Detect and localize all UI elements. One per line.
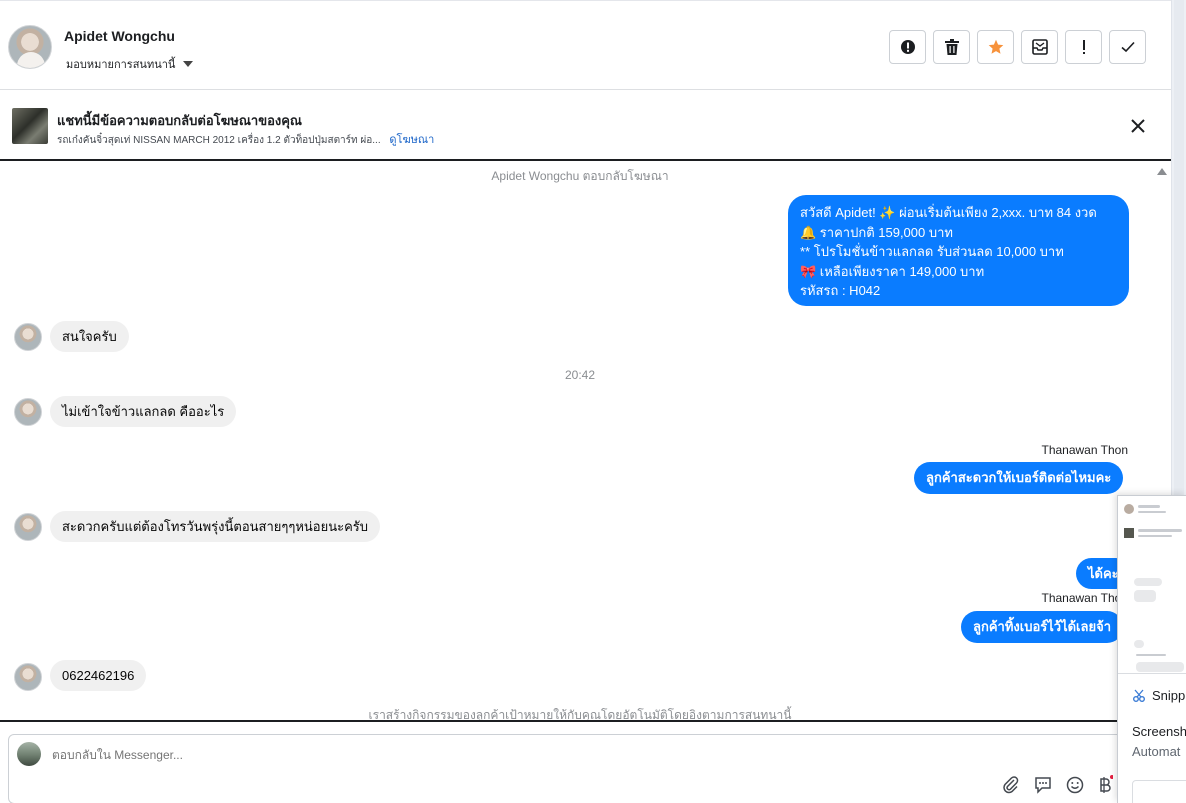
assign-conversation-dropdown[interactable]: มอบหมายการสนทนานี้	[66, 55, 194, 73]
screenshot-preview[interactable]	[1118, 496, 1186, 674]
snipping-tool-title: Snipp	[1132, 688, 1185, 703]
outgoing-message-bubble[interactable]: ลูกค้าทิ้งเบอร์ไว้ได้เลยจ้า	[961, 611, 1123, 643]
preview-bubble	[1134, 578, 1162, 586]
snipping-tool-name: Snipp	[1152, 688, 1186, 703]
move-to-inbox-button[interactable]	[1021, 30, 1058, 64]
incoming-message-bubble[interactable]: สะดวกครับแต่ต้องโทรวันพรุ่งนี้ตอนสายๆๆหน…	[50, 511, 381, 542]
activity-notice: เราสร้างกิจกรรมของลูกค้าเป้าหมายให้กับคุ…	[368, 708, 792, 720]
incoming-message-bubble[interactable]: ไม่เข้าใจข้าวแลกลด คืออะไร	[50, 396, 237, 427]
attachment-icon[interactable]	[1001, 775, 1021, 795]
caret-down-icon	[183, 61, 194, 67]
contact-avatar-small	[14, 398, 42, 426]
saved-replies-icon[interactable]	[1033, 775, 1053, 795]
preview-line	[1138, 511, 1166, 513]
mark-important-button[interactable]	[1065, 30, 1102, 64]
message-thread[interactable]: Apidet Wongchu ตอบกลับโฆษณา สวัสดี Apide…	[0, 163, 1171, 720]
preview-bubble	[1134, 590, 1156, 602]
greeting-message-bubble[interactable]: สวัสดี Apidet! ✨ ผ่อนเริ่มต้นเพียง 2,xxx…	[788, 195, 1129, 306]
preview-thumb	[1124, 528, 1134, 538]
notification-action-box[interactable]	[1132, 780, 1186, 803]
mark-done-button[interactable]	[1109, 30, 1146, 64]
close-icon[interactable]	[1129, 117, 1147, 135]
exclamation-icon	[1082, 40, 1085, 54]
star-button[interactable]	[977, 30, 1014, 64]
notification-line-1: Screensh	[1132, 724, 1186, 739]
agent-sender-name: Thanawan Thon	[1041, 591, 1128, 605]
outgoing-message-bubble[interactable]: ลูกค้าสะดวกให้เบอร์ติดต่อไหมคะ	[914, 462, 1124, 494]
contact-avatar-small	[14, 513, 42, 541]
ad-reply-banner: แชทนี้มีข้อความตอบกลับต่อโฆษณาของคุณ รถเ…	[0, 91, 1171, 161]
conversation-header: Apidet Wongchu มอบหมายการสนทนานี้	[0, 0, 1171, 90]
star-icon	[988, 39, 1003, 54]
greeting-line: 🎀 เหลือเพียงราคา 149,000 บาท	[800, 263, 985, 279]
ad-banner-title: แชทนี้มีข้อความตอบกลับต่อโฆษณาของคุณ	[57, 113, 302, 128]
incoming-message-bubble[interactable]: 0622462196	[50, 660, 147, 691]
inbox-conversation: Apidet Wongchu มอบหมายการสนทนานี้ แชทนี้…	[0, 0, 1186, 803]
preview-line	[1138, 505, 1160, 508]
contact-avatar-small	[14, 663, 42, 691]
notification-line-2: Automat	[1132, 744, 1181, 759]
ad-description: รถเก๋งคันจิ๋วสุดเท่ NISSAN MARCH 2012 เค…	[57, 135, 381, 146]
reply-composer	[0, 720, 1171, 803]
greeting-line: สวัสดี Apidet! ✨ ผ่อนเริ่มต้นเพียง 2,xxx…	[800, 205, 1097, 220]
reply-input[interactable]	[52, 748, 952, 762]
ad-reply-notice: Apidet Wongchu ตอบกลับโฆษณา	[491, 169, 669, 183]
contact-name[interactable]: Apidet Wongchu	[64, 28, 175, 44]
page-avatar	[17, 742, 41, 766]
snipping-tool-icon	[1133, 689, 1145, 702]
reply-box[interactable]	[8, 734, 1128, 803]
emoji-icon[interactable]	[1065, 775, 1085, 795]
preview-avatar	[1124, 504, 1134, 514]
preview-line	[1138, 535, 1172, 537]
ad-description-line: รถเก๋งคันจิ๋วสุดเท่ NISSAN MARCH 2012 เค…	[57, 130, 434, 148]
header-toolbar	[889, 30, 1146, 64]
agent-sender-name: Thanawan Thon	[1041, 443, 1128, 457]
alert-circle-icon	[900, 40, 915, 54]
incoming-message-bubble[interactable]: สนใจครับ	[50, 321, 129, 352]
greeting-line: รหัสรถ : H042	[800, 283, 881, 298]
preview-line	[1136, 654, 1166, 656]
baht-payment-icon[interactable]	[1097, 775, 1113, 795]
ad-thumbnail[interactable]	[12, 108, 48, 144]
trash-icon	[944, 39, 959, 55]
timestamp: 20:42	[564, 368, 596, 382]
snipping-tool-notification[interactable]: Snipp Screensh Automat	[1117, 495, 1186, 803]
contact-avatar-small	[14, 323, 42, 351]
check-icon	[1120, 41, 1135, 53]
mark-spam-button[interactable]	[889, 30, 926, 64]
greeting-line: ** โปรโมชั่นข้าวแลกลด รับส่วนลด 10,000 บ…	[800, 244, 1064, 259]
contact-avatar[interactable]	[8, 25, 52, 69]
delete-button[interactable]	[933, 30, 970, 64]
view-ad-link[interactable]: ดูโฆษณา	[389, 134, 434, 146]
preview-bubble	[1136, 662, 1184, 672]
inbox-envelope-icon	[1031, 39, 1048, 55]
preview-line	[1138, 529, 1182, 532]
greeting-line: 🔔 ราคาปกติ 159,000 บาท	[800, 224, 953, 240]
preview-bubble	[1134, 640, 1144, 648]
assign-label: มอบหมายการสนทนานี้	[66, 59, 176, 71]
